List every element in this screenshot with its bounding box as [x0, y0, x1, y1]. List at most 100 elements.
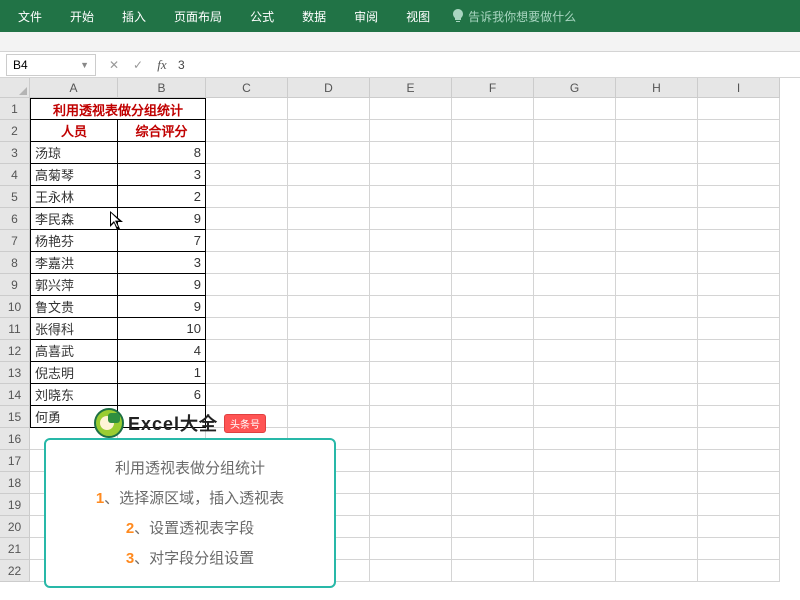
col-header[interactable]: H: [616, 78, 698, 98]
cell[interactable]: [370, 428, 452, 450]
select-all-corner[interactable]: [0, 78, 30, 98]
cell[interactable]: [206, 274, 288, 296]
row-header[interactable]: 9: [0, 274, 30, 296]
cell[interactable]: [206, 142, 288, 164]
cell[interactable]: [452, 450, 534, 472]
row-header[interactable]: 18: [0, 472, 30, 494]
cell[interactable]: [206, 98, 288, 120]
cell[interactable]: [370, 98, 452, 120]
cell[interactable]: [452, 252, 534, 274]
cell[interactable]: [370, 362, 452, 384]
tell-me[interactable]: 告诉我你想要做什么: [452, 8, 576, 25]
cell[interactable]: [206, 318, 288, 340]
cell[interactable]: [616, 494, 698, 516]
cell[interactable]: 7: [118, 230, 206, 252]
col-header[interactable]: D: [288, 78, 370, 98]
cell[interactable]: [370, 296, 452, 318]
cell[interactable]: [534, 472, 616, 494]
row-header[interactable]: 19: [0, 494, 30, 516]
cell[interactable]: [370, 208, 452, 230]
cell[interactable]: [534, 274, 616, 296]
cell[interactable]: [698, 384, 780, 406]
cell[interactable]: [616, 362, 698, 384]
col-header[interactable]: E: [370, 78, 452, 98]
cell[interactable]: [370, 560, 452, 582]
cell[interactable]: [698, 164, 780, 186]
tab-file[interactable]: 文件: [4, 0, 56, 33]
cell[interactable]: [616, 538, 698, 560]
cell[interactable]: [534, 142, 616, 164]
cell[interactable]: [698, 494, 780, 516]
cell[interactable]: [452, 362, 534, 384]
cell[interactable]: 综合评分: [118, 120, 206, 142]
row-header[interactable]: 8: [0, 252, 30, 274]
cell[interactable]: 人员: [30, 120, 118, 142]
cell[interactable]: [288, 164, 370, 186]
cell[interactable]: [370, 120, 452, 142]
cell[interactable]: [452, 186, 534, 208]
cell[interactable]: [534, 208, 616, 230]
cell[interactable]: 高喜武: [30, 340, 118, 362]
cell[interactable]: [452, 230, 534, 252]
cell[interactable]: [206, 164, 288, 186]
cell[interactable]: [452, 142, 534, 164]
cell[interactable]: [616, 142, 698, 164]
cell[interactable]: [698, 538, 780, 560]
row-header[interactable]: 22: [0, 560, 30, 582]
name-box[interactable]: B4 ▼: [6, 54, 96, 76]
row-header[interactable]: 2: [0, 120, 30, 142]
cell[interactable]: [698, 318, 780, 340]
title-cell[interactable]: 利用透视表做分组统计: [30, 98, 206, 120]
row-header[interactable]: 3: [0, 142, 30, 164]
cancel-icon[interactable]: ✕: [106, 58, 122, 72]
col-header[interactable]: C: [206, 78, 288, 98]
tab-data[interactable]: 数据: [288, 0, 340, 33]
cell[interactable]: [370, 142, 452, 164]
cell[interactable]: [370, 450, 452, 472]
cell[interactable]: [288, 362, 370, 384]
cell[interactable]: [616, 318, 698, 340]
formula-input[interactable]: 3: [170, 58, 800, 72]
cell[interactable]: [452, 560, 534, 582]
cell[interactable]: [616, 296, 698, 318]
cell[interactable]: [534, 406, 616, 428]
cell[interactable]: 10: [118, 318, 206, 340]
row-header[interactable]: 1: [0, 98, 30, 120]
cell[interactable]: [206, 208, 288, 230]
cell[interactable]: 鲁文贵: [30, 296, 118, 318]
cell[interactable]: [534, 98, 616, 120]
cell[interactable]: [452, 428, 534, 450]
cell[interactable]: [698, 516, 780, 538]
cell[interactable]: [698, 340, 780, 362]
cell[interactable]: [370, 164, 452, 186]
col-header[interactable]: A: [30, 78, 118, 98]
row-header[interactable]: 12: [0, 340, 30, 362]
cell[interactable]: [288, 252, 370, 274]
cell[interactable]: 高菊琴: [30, 164, 118, 186]
cell[interactable]: [534, 340, 616, 362]
cell[interactable]: [370, 230, 452, 252]
cell[interactable]: [534, 120, 616, 142]
cell[interactable]: [206, 252, 288, 274]
cell[interactable]: [698, 98, 780, 120]
cell[interactable]: 李民森: [30, 208, 118, 230]
cell[interactable]: 杨艳芬: [30, 230, 118, 252]
cell[interactable]: [452, 538, 534, 560]
cell[interactable]: [370, 406, 452, 428]
cell[interactable]: [616, 186, 698, 208]
cell[interactable]: [288, 318, 370, 340]
cell[interactable]: [288, 142, 370, 164]
cell[interactable]: [206, 384, 288, 406]
cell[interactable]: 8: [118, 142, 206, 164]
cell[interactable]: [698, 296, 780, 318]
cell[interactable]: [288, 186, 370, 208]
cell[interactable]: 1: [118, 362, 206, 384]
col-header[interactable]: I: [698, 78, 780, 98]
cell[interactable]: 倪志明: [30, 362, 118, 384]
cell[interactable]: [534, 296, 616, 318]
tab-formulas[interactable]: 公式: [236, 0, 288, 33]
cell[interactable]: [698, 472, 780, 494]
cell[interactable]: [698, 120, 780, 142]
cell[interactable]: [370, 384, 452, 406]
tab-view[interactable]: 视图: [392, 0, 444, 33]
